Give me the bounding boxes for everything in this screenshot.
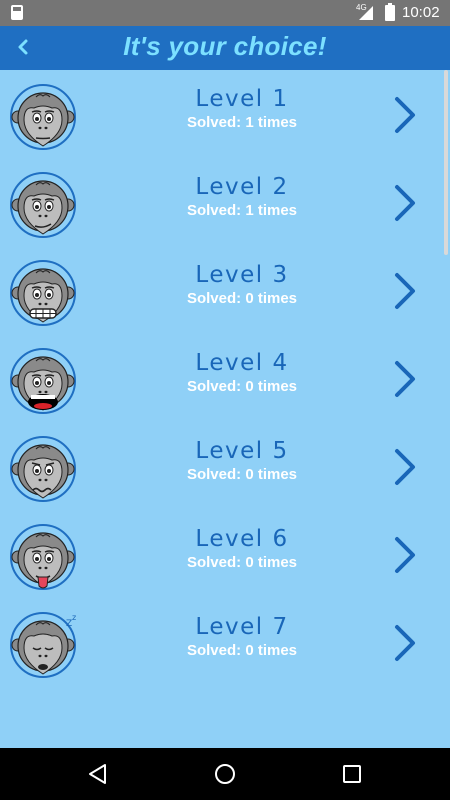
level-text-group: Level 7 Solved: 0 times bbox=[130, 614, 354, 659]
level-label: Level 2 bbox=[195, 174, 289, 200]
level-row-2[interactable]: Level 2 Solved: 1 times bbox=[0, 158, 440, 246]
level-row-3[interactable]: Level 3 Solved: 0 times bbox=[0, 246, 440, 334]
home-circle-icon[interactable] bbox=[213, 762, 237, 786]
signal-icon bbox=[359, 6, 373, 20]
chevron-right-icon[interactable] bbox=[392, 184, 418, 222]
solved-count: Solved: 1 times bbox=[186, 114, 298, 131]
chevron-right-icon[interactable] bbox=[392, 448, 418, 486]
solved-count: Solved: 0 times bbox=[186, 642, 298, 659]
monkey-face-icon bbox=[10, 172, 76, 238]
level-row-4[interactable]: Level 4 Solved: 0 times bbox=[0, 334, 440, 422]
level-text-group: Level 6 Solved: 0 times bbox=[130, 526, 354, 571]
solved-count: Solved: 0 times bbox=[186, 554, 298, 571]
sd-card-icon bbox=[11, 5, 23, 20]
level-row-1[interactable]: Level 1 Solved: 1 times bbox=[0, 70, 440, 158]
chevron-right-icon[interactable] bbox=[392, 96, 418, 134]
level-text-group: Level 2 Solved: 1 times bbox=[130, 174, 354, 219]
level-label: Level 1 bbox=[195, 86, 289, 112]
level-label: Level 3 bbox=[195, 262, 289, 288]
level-text-group: Level 3 Solved: 0 times bbox=[130, 262, 354, 307]
status-time: 10:02 bbox=[402, 4, 440, 21]
chevron-right-icon[interactable] bbox=[392, 624, 418, 662]
monkey-face-icon bbox=[10, 84, 76, 150]
level-label: Level 4 bbox=[195, 350, 289, 376]
level-label: Level 5 bbox=[195, 438, 289, 464]
solved-count: Solved: 1 times bbox=[186, 202, 298, 219]
svg-text:z: z bbox=[72, 613, 76, 622]
back-triangle-icon[interactable] bbox=[86, 762, 110, 786]
level-row-7[interactable]: Zz Level 7 Solved: 0 times bbox=[0, 598, 440, 686]
battery-icon bbox=[385, 3, 395, 21]
level-label: Level 7 bbox=[195, 614, 289, 640]
monkey-face-icon bbox=[10, 524, 76, 590]
monkey-face-icon: Zz bbox=[10, 612, 76, 678]
chevron-right-icon[interactable] bbox=[392, 360, 418, 398]
level-list[interactable]: Level 1 Solved: 1 times Level 2 Solved: 1 t… bbox=[0, 70, 450, 748]
solved-count: Solved: 0 times bbox=[186, 290, 298, 307]
monkey-face-icon bbox=[10, 436, 76, 502]
solved-count: Solved: 0 times bbox=[186, 378, 298, 395]
recents-square-icon[interactable] bbox=[340, 762, 364, 786]
status-bar: 4G 10:02 bbox=[0, 0, 450, 26]
level-row-5[interactable]: Level 5 Solved: 0 times bbox=[0, 422, 440, 510]
navigation-bar bbox=[0, 748, 450, 800]
level-text-group: Level 1 Solved: 1 times bbox=[130, 86, 354, 131]
monkey-face-icon bbox=[10, 348, 76, 414]
level-text-group: Level 4 Solved: 0 times bbox=[130, 350, 354, 395]
chevron-right-icon[interactable] bbox=[392, 272, 418, 310]
chevron-right-icon[interactable] bbox=[392, 536, 418, 574]
level-text-group: Level 5 Solved: 0 times bbox=[130, 438, 354, 483]
monkey-face-icon bbox=[10, 260, 76, 326]
solved-count: Solved: 0 times bbox=[186, 466, 298, 483]
app-bar: It's your choice! bbox=[0, 26, 450, 70]
scrollbar-thumb[interactable] bbox=[444, 70, 448, 255]
page-title: It's your choice! bbox=[123, 31, 327, 61]
level-row-6[interactable]: Level 6 Solved: 0 times bbox=[0, 510, 440, 598]
level-label: Level 6 bbox=[195, 526, 289, 552]
